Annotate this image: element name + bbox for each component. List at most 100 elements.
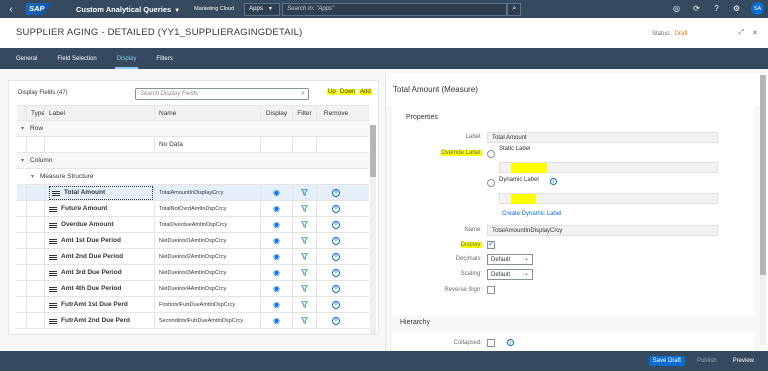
filter-icon[interactable]: [301, 189, 308, 196]
add-button[interactable]: Add: [359, 89, 372, 95]
eye-icon[interactable]: ◉: [273, 252, 280, 261]
table-row[interactable]: Total Amount TotalAmountInDisplayCrcy ◉ ×: [17, 185, 369, 201]
remove-icon[interactable]: ×: [332, 236, 340, 245]
eye-icon[interactable]: ◉: [273, 300, 280, 309]
remove-icon[interactable]: ×: [332, 204, 340, 213]
column-header-label[interactable]: Label: [45, 106, 155, 120]
eye-icon[interactable]: ◉: [273, 284, 280, 293]
column-header-name[interactable]: Name: [155, 106, 261, 120]
filter-icon[interactable]: [301, 301, 308, 308]
column-header-type[interactable]: Type: [27, 106, 45, 120]
collapsed-checkbox[interactable]: [487, 339, 495, 347]
scaling-select[interactable]: Default ⌄: [487, 269, 533, 280]
label-field-input[interactable]: Total Amount: [487, 132, 718, 143]
reverse-sign-checkbox[interactable]: [487, 286, 495, 294]
save-draft-button[interactable]: Save Draft: [648, 356, 685, 366]
filter-icon[interactable]: [301, 205, 308, 212]
row-select-cell[interactable]: [17, 249, 27, 264]
row-select-cell[interactable]: [17, 185, 27, 200]
notifications-icon[interactable]: ⟳: [691, 3, 702, 14]
tab-display[interactable]: Display: [114, 48, 139, 69]
publish-button[interactable]: Publish: [693, 356, 721, 366]
table-scrollbar[interactable]: [370, 125, 376, 334]
table-row[interactable]: Amt 2nd Due Period NetDueIntvl2AmtInDspCr…: [17, 249, 369, 265]
decimals-select[interactable]: Default ⌄: [487, 254, 533, 265]
back-icon[interactable]: ‹: [0, 4, 22, 15]
down-button[interactable]: Down: [339, 89, 357, 95]
tab-filters[interactable]: Filters: [156, 48, 172, 69]
name-field-input[interactable]: TotalAmountInDisplayCrcy: [487, 225, 718, 236]
scrollbar-thumb[interactable]: [370, 125, 376, 177]
sap-logo[interactable]: SAP: [26, 3, 52, 15]
dynamic-label-input[interactable]: [499, 193, 718, 204]
search-scope-select[interactable]: Apps ▼: [244, 2, 281, 16]
create-dynamic-label-link[interactable]: Create Dynamic Label: [502, 211, 561, 217]
static-label-input[interactable]: [499, 162, 718, 173]
shell-search-input[interactable]: Search In: "Apps": [282, 2, 508, 16]
search-icon[interactable]: ⌕: [301, 90, 305, 98]
fullscreen-icon[interactable]: ⤢: [739, 29, 745, 37]
eye-icon[interactable]: ◉: [273, 188, 280, 197]
app-title-menu[interactable]: Custom Analytical Queries ▼: [76, 5, 180, 14]
static-label-radio[interactable]: [487, 150, 495, 158]
table-row[interactable]: FutrAmt 2nd Due Perd SecondIntvlFutrDueAm…: [17, 313, 369, 329]
group-row-row[interactable]: ▾ Row: [17, 121, 369, 137]
filter-icon[interactable]: [301, 237, 308, 244]
eye-icon[interactable]: ◉: [273, 220, 280, 229]
remove-icon[interactable]: ×: [332, 252, 340, 261]
tab-field-selection[interactable]: Field Selection: [57, 48, 96, 69]
filter-icon[interactable]: [301, 269, 308, 276]
select-all-cell[interactable]: [17, 106, 27, 120]
display-checkbox[interactable]: ✓: [487, 241, 495, 249]
filter-icon[interactable]: [301, 221, 308, 228]
preview-button[interactable]: Preview: [729, 356, 758, 366]
table-row[interactable]: Overdue Amount TotalOverdueAmtInDspCrcy ◉ ×: [17, 217, 369, 233]
remove-icon[interactable]: ×: [332, 220, 340, 229]
table-row[interactable]: Amt 4th Due Period NetDueIntvl4AmtInDspCr…: [17, 281, 369, 297]
remove-icon[interactable]: ×: [332, 316, 340, 325]
avatar[interactable]: SA: [751, 2, 764, 15]
collapse-icon[interactable]: ▾: [21, 157, 24, 164]
subgroup-measure-structure[interactable]: ▾ Measure Structure: [17, 169, 369, 185]
table-row[interactable]: Amt 1st Due Period NetDueIntvl1AmtInDspCr…: [17, 233, 369, 249]
info-icon[interactable]: i: [550, 178, 557, 185]
remove-icon[interactable]: ×: [332, 300, 340, 309]
help-icon[interactable]: ?: [711, 3, 722, 14]
filter-icon[interactable]: [301, 317, 308, 324]
column-header-display[interactable]: Display: [261, 106, 293, 120]
row-select-cell[interactable]: [17, 265, 27, 280]
row-select-cell[interactable]: [17, 297, 27, 312]
scrollbar-thumb[interactable]: [760, 75, 766, 275]
info-icon[interactable]: i: [507, 339, 514, 346]
remove-icon[interactable]: ×: [332, 188, 340, 197]
eye-icon[interactable]: ◉: [273, 204, 280, 213]
group-row-column[interactable]: ▾ Column: [17, 153, 369, 169]
eye-icon[interactable]: ◉: [273, 236, 280, 245]
copilot-icon[interactable]: ◎: [671, 3, 682, 14]
display-fields-search-input[interactable]: Search Display Fields ⌕: [135, 88, 309, 100]
filter-icon[interactable]: [301, 253, 308, 260]
eye-icon[interactable]: ◉: [273, 268, 280, 277]
row-select-cell[interactable]: [17, 201, 27, 216]
tab-general[interactable]: General: [16, 48, 37, 69]
column-header-filter[interactable]: Filter: [293, 106, 317, 120]
table-row[interactable]: FutrAmt 1st Due Perd FirstIntvlFutrDueAmt…: [17, 297, 369, 313]
row-select-cell[interactable]: [17, 313, 27, 328]
collapse-icon[interactable]: ▾: [21, 125, 24, 132]
dynamic-label-radio[interactable]: [487, 179, 495, 187]
settings-icon[interactable]: ⚙: [731, 3, 742, 14]
row-select-cell[interactable]: [17, 217, 27, 232]
column-header-remove[interactable]: Remove: [317, 106, 355, 120]
up-button[interactable]: Up: [327, 89, 337, 95]
table-row[interactable]: Future Amount TotalNotOvrdAmtInDspCrcy ◉ ×: [17, 201, 369, 217]
remove-icon[interactable]: ×: [332, 284, 340, 293]
filter-icon[interactable]: [301, 285, 308, 292]
table-row[interactable]: Amt 3rd Due Period NetDueIntvl3AmtInDspCr…: [17, 265, 369, 281]
eye-icon[interactable]: ◉: [273, 316, 280, 325]
close-icon[interactable]: ✕: [752, 29, 758, 37]
search-icon[interactable]: ⌕: [507, 2, 522, 16]
collapse-icon[interactable]: ▾: [31, 173, 34, 180]
row-select-cell[interactable]: [17, 233, 27, 248]
details-scrollbar[interactable]: [760, 75, 766, 345]
row-select-cell[interactable]: [17, 281, 27, 296]
